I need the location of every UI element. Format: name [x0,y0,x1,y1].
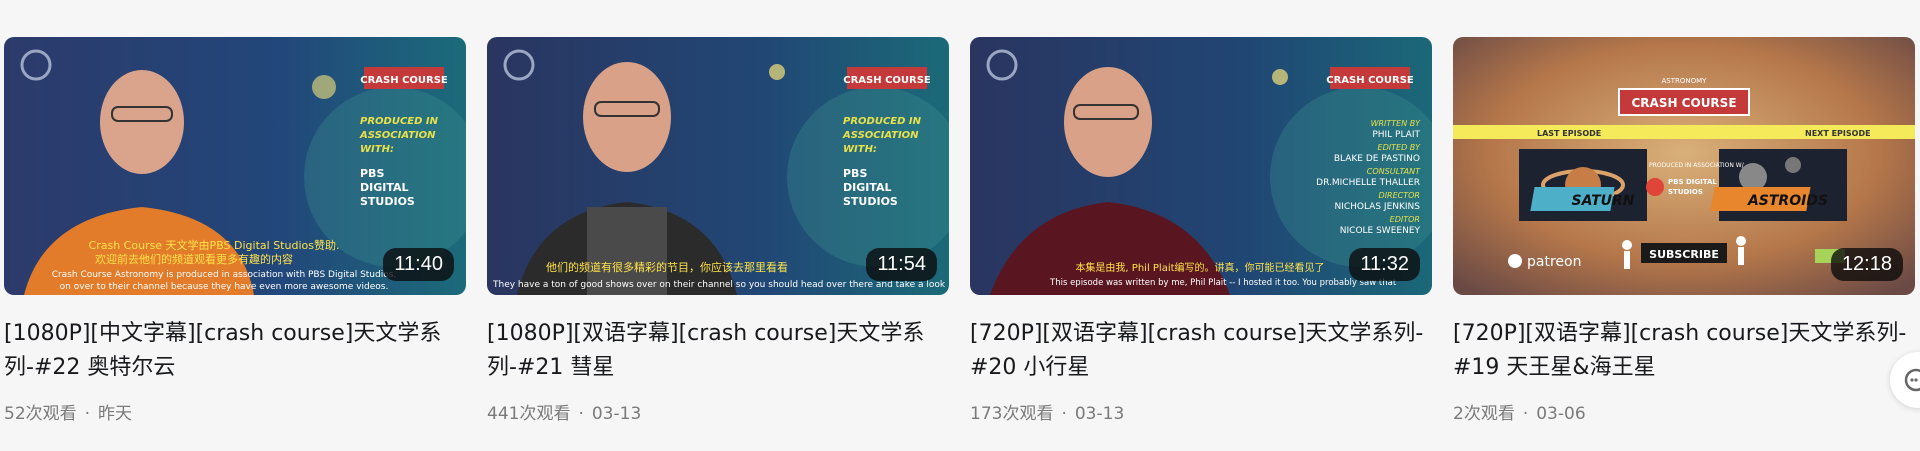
svg-text:WITH:: WITH: [360,144,394,155]
svg-text:DR.MICHELLE THALLER: DR.MICHELLE THALLER [1316,178,1420,188]
svg-text:patreon: patreon [1527,254,1581,270]
svg-text:PBS: PBS [843,167,867,180]
upload-date: 03-06 [1536,404,1586,424]
view-count: 173次观看 [970,404,1054,424]
svg-text:CRASH COURSE: CRASH COURSE [360,75,448,86]
svg-text:本集是由我, Phil Plait编写的。讲真，你可能已经看: 本集是由我, Phil Plait编写的。讲真，你可能已经看见了 [1075,261,1324,274]
svg-text:ASTRONOMY: ASTRONOMY [1662,77,1708,85]
video-card[interactable]: CRASH COURSE PRODUCED IN ASSOCIATION WIT… [487,37,949,424]
svg-text:NICOLE SWEENEY: NICOLE SWEENEY [1340,226,1421,236]
svg-text:SATURN: SATURN [1572,193,1635,209]
svg-text:PHIL PLAIT: PHIL PLAIT [1372,130,1420,140]
video-meta: 173次观看 · 03-13 [970,399,1432,424]
view-count: 52次观看 [4,404,77,424]
svg-text:They have a ton of good shows: They have a ton of good shows over on th… [492,280,946,290]
video-card[interactable]: LAST EPISODE NEXT EPISODE CRASH COURSE A… [1453,37,1915,424]
svg-text:CONSULTANT: CONSULTANT [1367,167,1421,176]
separator-dot: · [1522,404,1529,424]
svg-text:Crash Course 天文学由PBS Digital S: Crash Course 天文学由PBS Digital Studios赞助. [89,238,340,252]
separator-dot: · [578,404,584,424]
svg-text:EDITOR: EDITOR [1390,215,1420,224]
video-title[interactable]: [720P][双语字幕][crash course]天文学系列-#19 天王星&… [1453,317,1915,385]
svg-text:STUDIOS: STUDIOS [843,195,898,208]
video-meta: 52次观看 · 昨天 [4,399,466,424]
video-thumbnail[interactable]: LAST EPISODE NEXT EPISODE CRASH COURSE A… [1453,37,1915,295]
svg-text:他们的频道有很多精彩的节目，你应该去那里看看: 他们的频道有很多精彩的节目，你应该去那里看看 [546,260,788,274]
svg-text:DIRECTOR: DIRECTOR [1379,191,1420,200]
video-thumbnail[interactable]: CRASH COURSE PRODUCED IN ASSOCIATION WIT… [4,37,466,295]
svg-text:WITH:: WITH: [843,144,877,155]
video-thumbnail[interactable]: CRASH COURSE WRITTEN BY PHIL PLAIT EDITE… [970,37,1432,295]
svg-text:PBS DIGITAL: PBS DIGITAL [1668,178,1717,186]
video-title[interactable]: [1080P][双语字幕][crash course]天文学系列-#21 彗星 [487,317,949,385]
upload-date: 昨天 [98,404,133,424]
video-meta: 441次观看 · 03-13 [487,399,949,424]
upload-date: 03-13 [1074,404,1125,424]
upload-date: 03-13 [591,404,642,424]
separator-dot: · [1061,404,1067,424]
svg-text:PRODUCED IN: PRODUCED IN [360,116,439,127]
svg-text:SUBSCRIBE: SUBSCRIBE [1649,248,1719,261]
svg-text:NEXT EPISODE: NEXT EPISODE [1805,129,1871,138]
video-duration: 11:32 [1349,248,1420,281]
video-thumbnail[interactable]: CRASH COURSE PRODUCED IN ASSOCIATION WIT… [487,37,949,295]
svg-text:NICHOLAS JENKINS: NICHOLAS JENKINS [1334,202,1420,212]
svg-text:EDITED BY: EDITED BY [1378,143,1422,152]
video-card[interactable]: CRASH COURSE PRODUCED IN ASSOCIATION WIT… [4,37,466,424]
svg-text:STUDIOS: STUDIOS [1668,188,1703,196]
svg-text:on over to their channel becau: on over to their channel because they ha… [60,282,389,292]
svg-text:ASSOCIATION: ASSOCIATION [842,130,919,141]
video-grid: CRASH COURSE PRODUCED IN ASSOCIATION WIT… [4,37,1915,424]
svg-text:DIGITAL: DIGITAL [843,181,892,194]
svg-text:WRITTEN BY: WRITTEN BY [1371,119,1422,128]
video-meta: 2次观看 · 03-06 [1453,399,1915,424]
svg-text:CRASH COURSE: CRASH COURSE [1326,75,1414,86]
video-duration: 11:54 [866,248,937,281]
view-count: 2次观看 [1453,404,1515,424]
separator-dot: · [84,404,91,424]
svg-text:欢迎前去他们的频道观看更多有趣的内容: 欢迎前去他们的频道观看更多有趣的内容 [95,252,293,266]
svg-text:DIGITAL: DIGITAL [360,181,409,194]
video-card[interactable]: CRASH COURSE WRITTEN BY PHIL PLAIT EDITE… [970,37,1432,424]
svg-text:CRASH COURSE: CRASH COURSE [843,75,931,86]
view-count: 441次观看 [487,404,571,424]
video-duration: 11:40 [383,248,454,281]
video-duration: 12:18 [1830,248,1903,281]
svg-text:This episode was written by me: This episode was written by me, Phil Pla… [1049,278,1397,288]
video-title[interactable]: [1080P][中文字幕][crash course]天文学系列-#22 奥特尔… [4,317,466,385]
svg-text:ASTROIDS: ASTROIDS [1747,193,1828,209]
svg-text:PBS: PBS [360,167,384,180]
chat-bubble-icon [1904,368,1920,392]
svg-text:PRODUCED IN: PRODUCED IN [843,116,922,127]
svg-text:ASSOCIATION: ASSOCIATION [359,130,436,141]
svg-text:LAST EPISODE: LAST EPISODE [1537,129,1601,138]
svg-text:Crash Course Astronomy is prod: Crash Course Astronomy is produced in as… [52,270,397,280]
svg-text:STUDIOS: STUDIOS [360,195,415,208]
svg-text:PRODUCED IN ASSOCIATION W/: PRODUCED IN ASSOCIATION W/ [1649,162,1745,169]
svg-text:BLAKE DE PASTINO: BLAKE DE PASTINO [1334,154,1420,164]
video-title[interactable]: [720P][双语字幕][crash course]天文学系列-#20 小行星 [970,317,1432,385]
svg-text:CRASH COURSE: CRASH COURSE [1631,96,1736,110]
